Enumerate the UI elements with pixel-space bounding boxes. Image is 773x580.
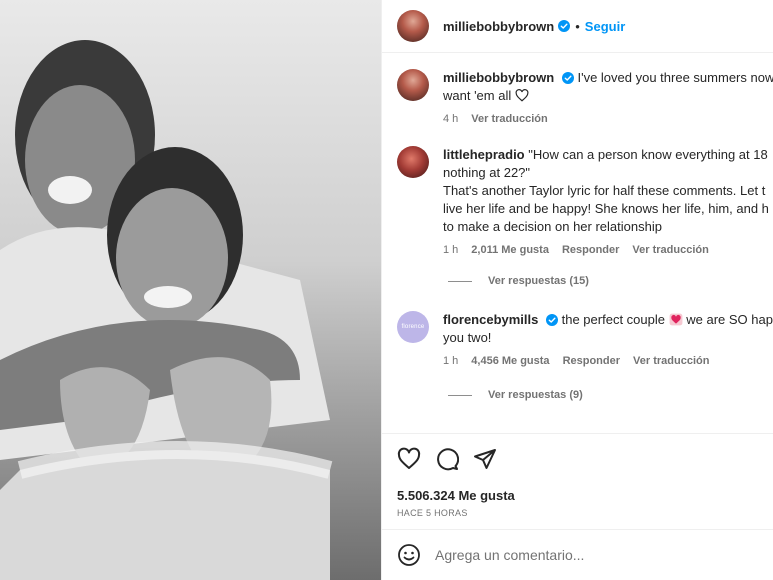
caption-meta: 4 h Ver traducción [443, 113, 773, 125]
heart-outline-icon [515, 89, 529, 102]
avatar-logo-text: florence [401, 324, 425, 330]
verified-badge-icon [561, 72, 574, 84]
commenter-avatar[interactable]: florence [397, 311, 429, 343]
post-actions: 5.506.324 Me gusta HACE 5 HORAS [382, 433, 773, 518]
comment-likes[interactable]: 4,456 Me gusta [471, 355, 549, 367]
caption-body: milliebobbybrown I've loved you three su… [443, 69, 773, 125]
commenter-username[interactable]: florencebymills [443, 312, 538, 327]
comment-line-2: you two! [443, 330, 492, 345]
post-timestamp: HACE 5 HORAS [397, 508, 468, 518]
comment-text-b: we are SO hap [686, 312, 773, 327]
comment-time: 1 h [443, 244, 459, 256]
comment-line-1: florencebymills the perfect couple we ar… [443, 311, 773, 329]
like-heart-icon[interactable] [397, 447, 421, 471]
verified-badge-icon [558, 20, 571, 32]
post-header: milliebobbybrown • Seguir [382, 0, 773, 53]
comment-input[interactable]: Agrega un comentario... [435, 547, 584, 563]
caption-text: I've loved you three summers now [577, 70, 773, 85]
view-replies-button[interactable]: Ver respuestas (15) [448, 275, 589, 287]
header-separator: • [575, 18, 580, 34]
caption: milliebobbybrown I've loved you three su… [397, 69, 773, 125]
comment-time: 1 h [443, 355, 459, 367]
comment-line-4: live her life and be happy! She knows he… [443, 201, 769, 216]
comment-meta: 1 h 2,011 Me gusta Responder Ver traducc… [443, 244, 773, 256]
follow-button[interactable]: Seguir [585, 19, 625, 34]
post-photo-illustration [0, 0, 381, 580]
commenter-avatar[interactable] [397, 146, 429, 178]
comment-body: littlehepradio "How can a person know ev… [443, 146, 773, 256]
comment-likes[interactable]: 2,011 Me gusta [471, 244, 549, 256]
caption-line-1: milliebobbybrown I've loved you three su… [443, 69, 773, 87]
comment-composer: Agrega un comentario... [382, 529, 773, 580]
author-avatar[interactable] [397, 10, 429, 42]
post-sidebar: milliebobbybrown • Seguir milliebobbybro… [381, 0, 773, 580]
comment-text: "How can a person know everything at 18 [528, 147, 768, 162]
comment-line-2: nothing at 22?" [443, 165, 531, 180]
comment-reply-button[interactable]: Responder [563, 355, 620, 367]
caption-text-2: want 'em all [443, 88, 512, 103]
comments-list[interactable]: milliebobbybrown I've loved you three su… [382, 53, 773, 433]
caption-username[interactable]: milliebobbybrown [443, 70, 554, 85]
comment-line-3: That's another Taylor lyric for half the… [443, 183, 766, 198]
caption-translate-link[interactable]: Ver traducción [471, 113, 547, 125]
view-replies-button[interactable]: Ver respuestas (9) [448, 389, 583, 401]
caption-avatar[interactable] [397, 69, 429, 101]
view-replies-label[interactable]: Ver respuestas (15) [488, 275, 589, 287]
comment-translate-link[interactable]: Ver traducción [632, 244, 708, 256]
red-heart-emoji-icon [669, 313, 683, 326]
comment-item: florence florencebymills the perfect cou… [397, 311, 773, 367]
likes-count[interactable]: 5.506.324 Me gusta [397, 488, 515, 503]
comment-line-5: to make a decision on her relationship [443, 219, 662, 234]
comment-bubble-icon[interactable] [435, 447, 459, 471]
verified-badge-icon [546, 314, 558, 326]
comment-line-1: littlehepradio "How can a person know ev… [443, 146, 773, 164]
comment-text: the perfect couple [561, 312, 665, 327]
comment-meta: 1 h 4,456 Me gusta Responder Ver traducc… [443, 355, 773, 367]
view-replies-label[interactable]: Ver respuestas (9) [488, 389, 583, 401]
emoji-smiley-icon[interactable] [397, 543, 421, 567]
replies-divider [448, 394, 472, 396]
caption-line-2: want 'em all [443, 87, 773, 105]
post-photo[interactable] [0, 0, 381, 580]
replies-divider [448, 280, 472, 282]
author-username[interactable]: milliebobbybrown [443, 19, 554, 34]
comment-translate-link[interactable]: Ver traducción [633, 355, 709, 367]
commenter-username[interactable]: littlehepradio [443, 147, 525, 162]
action-icons [382, 434, 773, 471]
caption-time: 4 h [443, 113, 459, 125]
share-paper-plane-icon[interactable] [473, 447, 497, 471]
comment-reply-button[interactable]: Responder [562, 244, 619, 256]
comment-item: littlehepradio "How can a person know ev… [397, 146, 773, 256]
comment-body: florencebymills the perfect couple we ar… [443, 311, 773, 367]
